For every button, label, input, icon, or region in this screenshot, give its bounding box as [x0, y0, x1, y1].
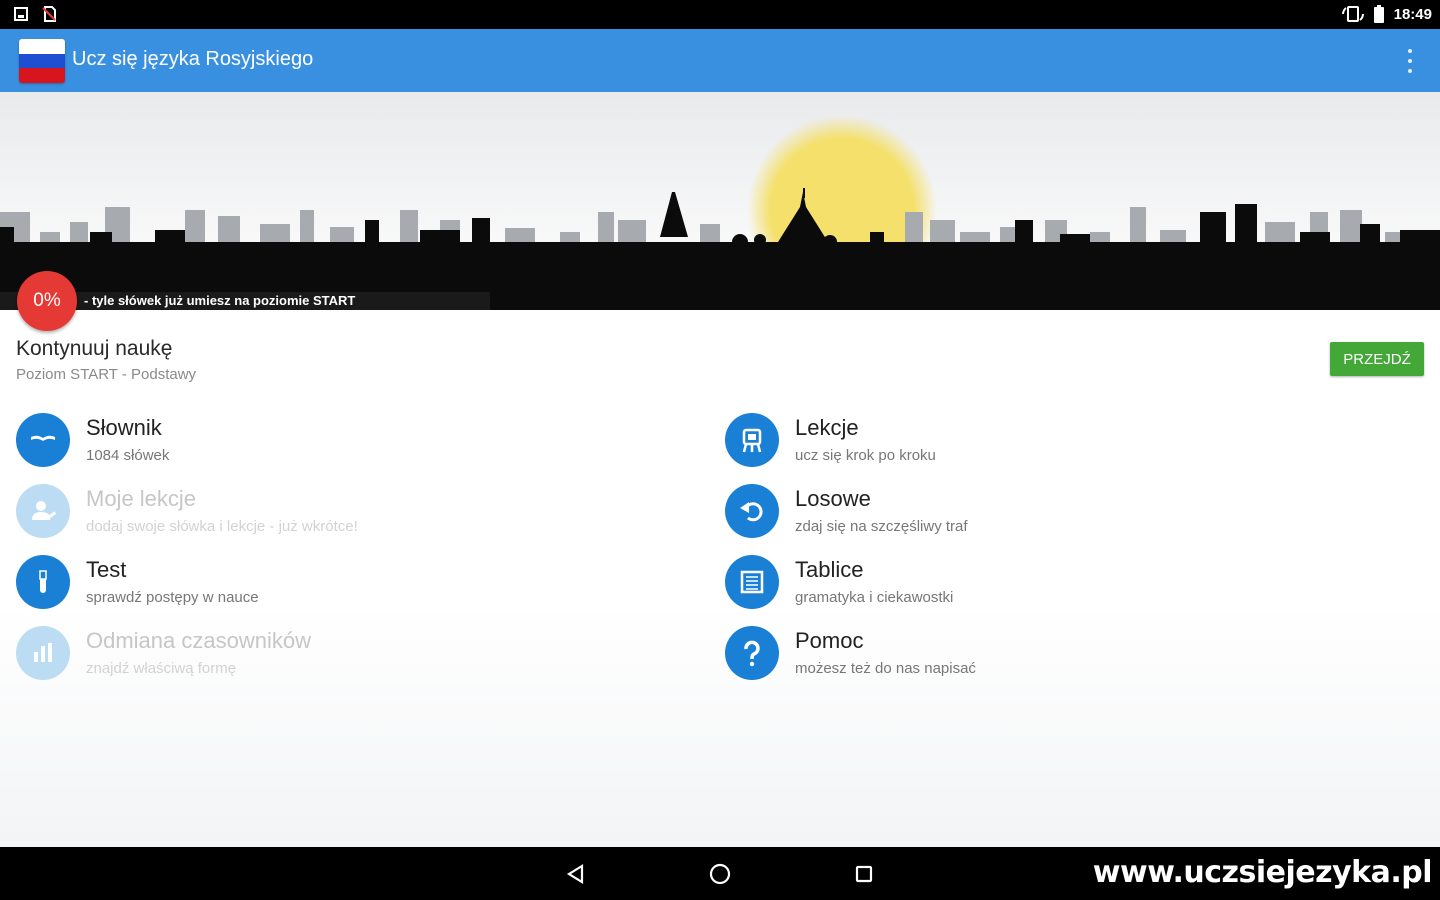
navigation-bar: www.uczsiejezyka.pl — [0, 847, 1440, 900]
menu-item-my-lessons: Moje lekcje dodaj swoje słówka i lekcje … — [16, 484, 656, 544]
menu-item-label: Moje lekcje — [86, 486, 197, 511]
overflow-menu-icon[interactable] — [1406, 49, 1414, 73]
help-icon — [725, 626, 779, 680]
menu-item-label: Tablice — [795, 557, 864, 582]
easel-icon — [725, 413, 779, 467]
progress-badge: 0% — [17, 271, 77, 331]
menu-item-lessons[interactable]: Lekcje ucz się krok po kroku — [725, 413, 1365, 473]
test-tube-icon — [16, 555, 70, 609]
no-sim-icon — [42, 6, 56, 22]
progress-caption: - tyle słówek już umiesz na poziomie STA… — [84, 293, 356, 308]
status-time: 18:49 — [1393, 5, 1432, 23]
menu-item-subtitle: gramatyka i ciekawostki — [795, 589, 954, 606]
battery-icon — [1373, 5, 1384, 23]
menu-item-subtitle: możesz też do nas napisać — [795, 660, 976, 677]
menu-item-subtitle: sprawdź postępy w nauce — [86, 589, 259, 606]
menu-item-test[interactable]: Test sprawdź postępy w nauce — [16, 555, 656, 615]
app-title: Ucz się języka Rosyjskiego — [72, 48, 314, 70]
bars-icon — [16, 626, 70, 680]
menu-item-label: Losowe — [795, 486, 871, 511]
back-icon[interactable] — [562, 861, 590, 887]
menu-item-subtitle: zdaj się na szczęśliwy traf — [795, 518, 968, 535]
menu-item-tables[interactable]: Tablice gramatyka i ciekawostki — [725, 555, 1365, 615]
book-icon — [16, 413, 70, 467]
status-bar: 18:49 — [0, 0, 1440, 29]
home-icon[interactable] — [706, 861, 734, 887]
menu-item-label: Test — [86, 557, 127, 582]
continue-learning-title[interactable]: Kontynuuj naukę — [16, 337, 172, 361]
go-button[interactable]: PRZEJDŹ — [1330, 342, 1424, 376]
continue-learning-subtitle: Poziom START - Podstawy — [16, 366, 197, 383]
app-bar: Ucz się języka Rosyjskiego — [0, 29, 1440, 92]
website-watermark: www.uczsiejezyka.pl — [1092, 855, 1433, 890]
screenshot-icon — [14, 7, 28, 21]
user-edit-icon — [16, 484, 70, 538]
menu-item-subtitle: dodaj swoje słówka i lekcje - już wkrótc… — [86, 518, 358, 535]
screen-rotation-icon — [1341, 6, 1364, 22]
menu-item-label: Słownik — [86, 415, 162, 440]
menu-item-random[interactable]: Losowe zdaj się na szczęśliwy traf — [725, 484, 1365, 544]
skyline-illustration — [0, 92, 1440, 310]
menu-item-subtitle: ucz się krok po kroku — [795, 447, 936, 464]
undo-icon — [725, 484, 779, 538]
russian-flag-logo — [19, 39, 65, 83]
recents-icon[interactable] — [850, 861, 878, 887]
menu-item-verb-conjugation: Odmiana czasowników znajdź właściwą form… — [16, 626, 656, 686]
city-skyline-banner — [0, 92, 1440, 310]
menu-item-label: Odmiana czasowników — [86, 628, 311, 653]
menu-item-subtitle: znajdź właściwą formę — [86, 660, 237, 677]
board-icon — [725, 555, 779, 609]
menu-item-label: Lekcje — [795, 415, 859, 440]
menu-item-subtitle: 1084 słówek — [86, 447, 170, 464]
menu-item-help[interactable]: Pomoc możesz też do nas napisać — [725, 626, 1365, 686]
menu-item-label: Pomoc — [795, 628, 864, 653]
menu-item-dictionary[interactable]: Słownik 1084 słówek — [16, 413, 656, 473]
